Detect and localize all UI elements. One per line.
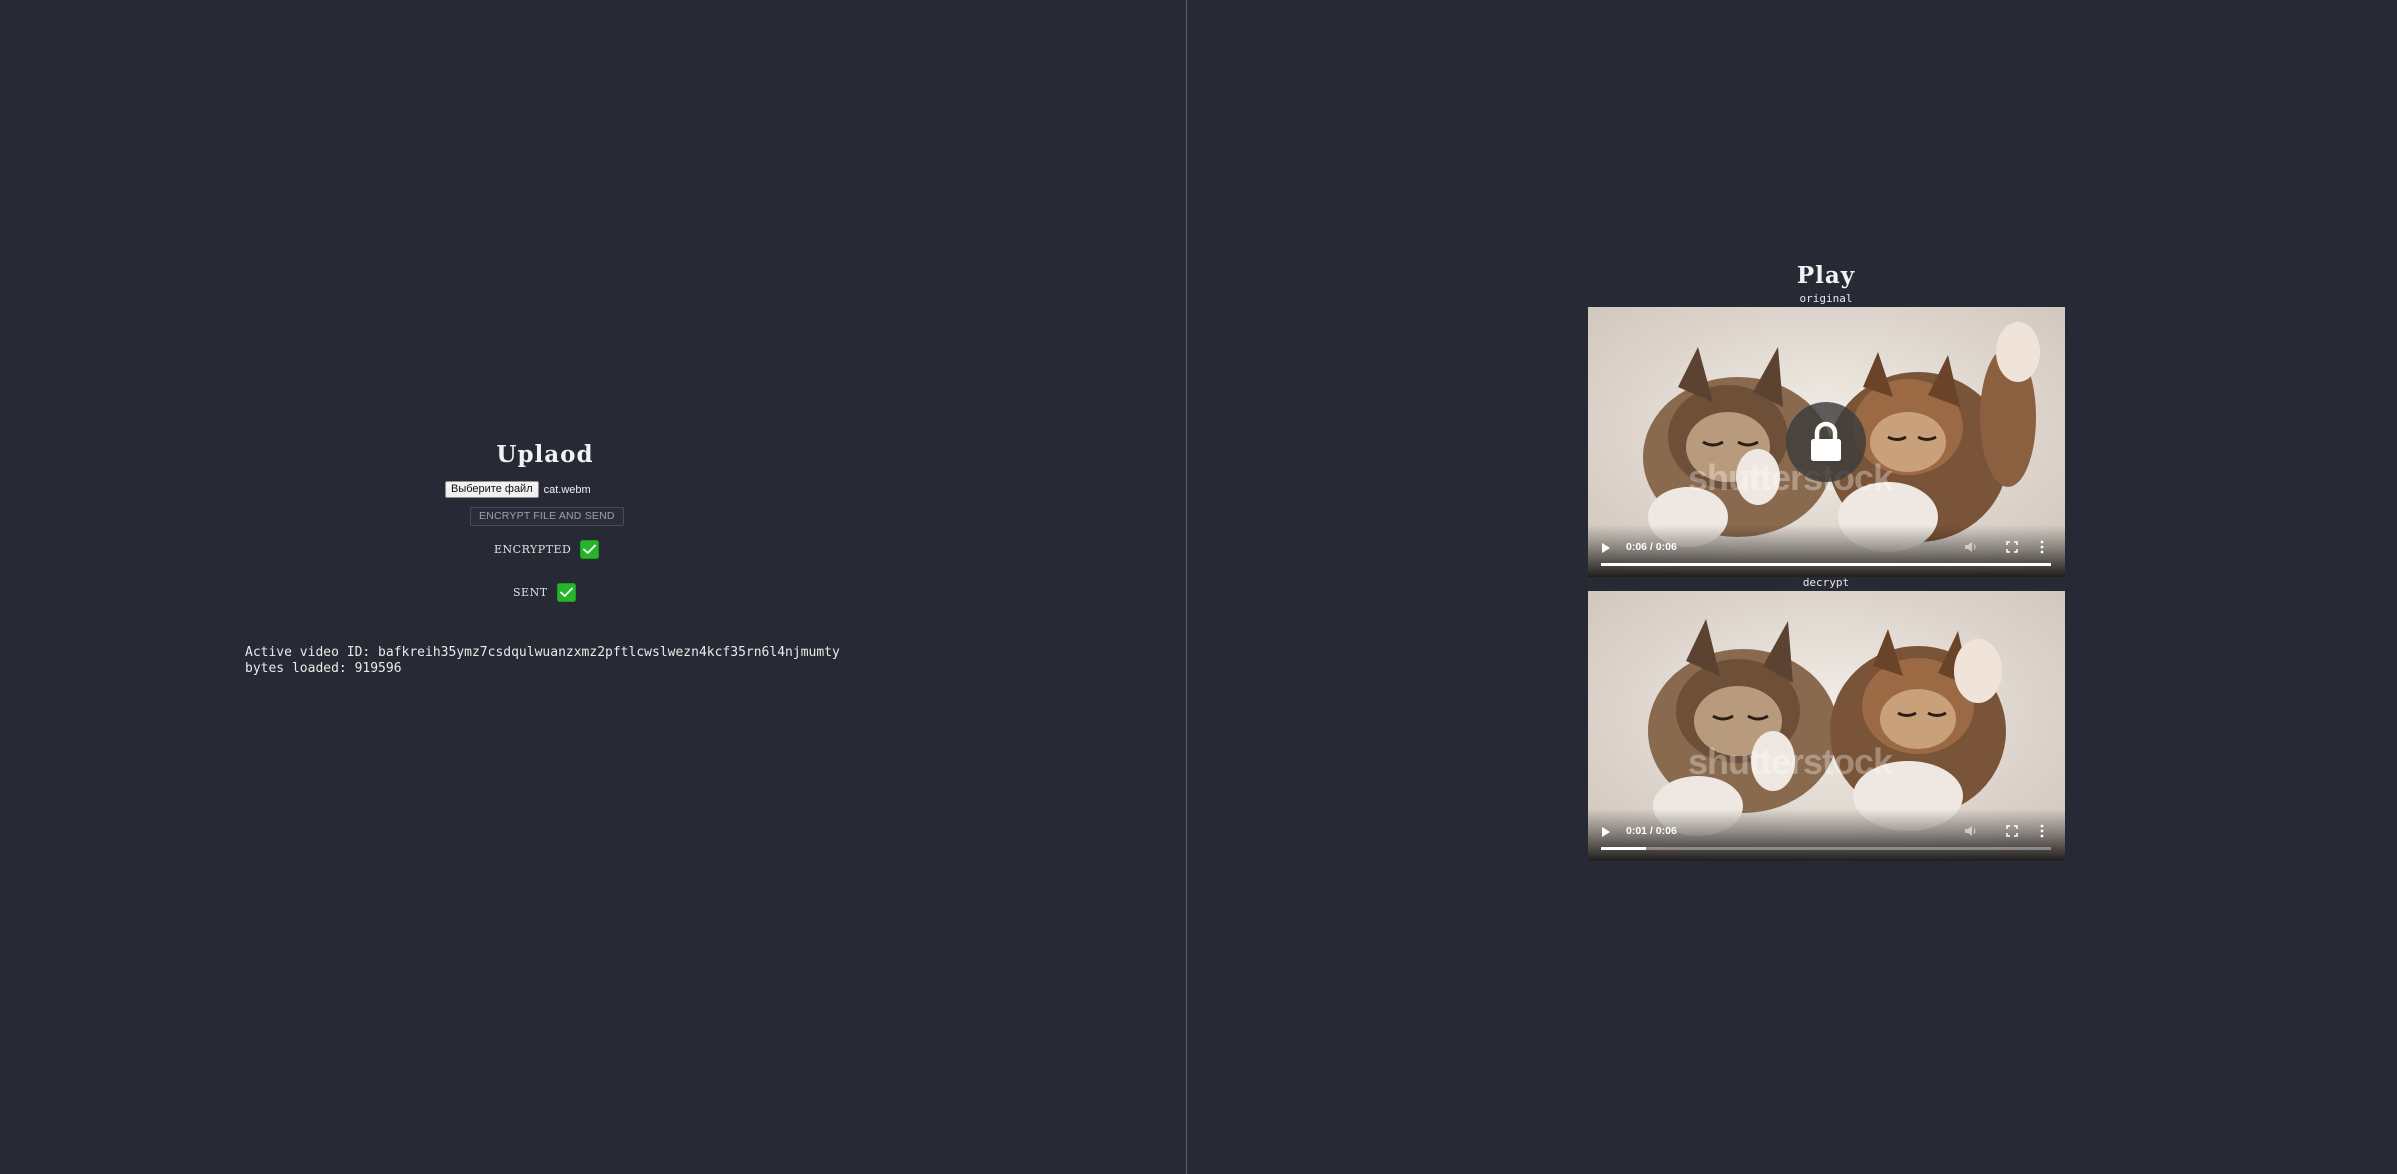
video-time: 0:01 / 0:06: [1626, 825, 1677, 837]
decrypt-video-player[interactable]: shutterstock 0:01 / 0:06: [1588, 591, 2065, 861]
volume-icon[interactable]: [1964, 825, 1978, 837]
more-vertical-icon[interactable]: [2040, 824, 2044, 838]
encrypted-label: ENCRYPTED: [494, 543, 572, 556]
video-controls: 0:01 / 0:06: [1588, 809, 2065, 861]
volume-icon[interactable]: [1964, 541, 1978, 553]
encrypt-and-send-button[interactable]: ENCRYPT FILE AND SEND: [470, 507, 624, 526]
video-progress-fill: [1601, 847, 1646, 850]
encrypted-status: ENCRYPTED: [494, 540, 600, 559]
upload-panel: Uplaod Выберите файл cat.webm ENCRYPT FI…: [0, 0, 1186, 1174]
bytes-loaded: bytes loaded: 919596: [245, 661, 402, 676]
lock-icon: [1786, 402, 1866, 482]
more-vertical-icon[interactable]: [2040, 540, 2044, 554]
sent-status: SENT: [513, 583, 576, 602]
play-icon[interactable]: [1602, 543, 1610, 553]
selected-file-name: cat.webm: [543, 483, 591, 496]
original-caption: original: [1799, 292, 1853, 305]
choose-file-button[interactable]: Выберите файл: [445, 481, 539, 498]
video-progress-bar[interactable]: [1601, 563, 2051, 566]
fullscreen-icon[interactable]: [2006, 825, 2018, 837]
original-video-player[interactable]: shutterstock 0:06 / 0:06: [1588, 307, 2065, 577]
video-info: Active video ID: bafkreih35ymz7csdqulwua…: [245, 645, 840, 677]
panel-divider: [1186, 0, 1187, 1174]
play-icon[interactable]: [1602, 827, 1610, 837]
video-progress-fill: [1601, 563, 2051, 566]
file-input[interactable]: Выберите файл cat.webm: [445, 481, 591, 498]
upload-title: Uplaod: [496, 441, 594, 468]
app-root: Uplaod Выберите файл cat.webm ENCRYPT FI…: [0, 0, 2397, 1174]
fullscreen-icon[interactable]: [2006, 541, 2018, 553]
video-time: 0:06 / 0:06: [1626, 541, 1677, 553]
sent-label: SENT: [513, 586, 548, 599]
video-progress-bar[interactable]: [1601, 847, 2051, 850]
decrypt-caption: decrypt: [1802, 576, 1850, 589]
active-video-id: Active video ID: bafkreih35ymz7csdqulwua…: [245, 645, 840, 660]
checkmark-icon: [556, 583, 576, 602]
play-title: Play: [1796, 262, 1856, 289]
video-controls: 0:06 / 0:06: [1588, 525, 2065, 577]
checkmark-icon: [580, 540, 600, 559]
